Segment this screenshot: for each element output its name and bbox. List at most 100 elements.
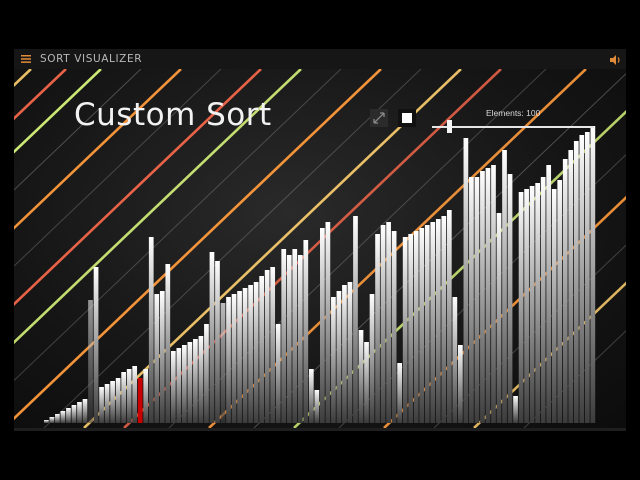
algorithm-title: Custom Sort — [74, 97, 272, 133]
sort-bar — [584, 132, 590, 423]
sort-bar — [502, 150, 507, 423]
sort-bar — [49, 417, 55, 423]
sort-bar — [99, 387, 104, 423]
sort-bar — [60, 411, 66, 423]
sort-bar — [435, 219, 441, 423]
sort-bar — [308, 369, 314, 423]
sort-bar — [82, 399, 88, 423]
sort-bar — [253, 282, 259, 423]
elements-count-label: Elements: 100 — [486, 108, 541, 118]
sort-bar — [314, 390, 320, 423]
title-bar: SORT VISUALIZER — [14, 49, 626, 69]
sort-bar — [562, 159, 568, 423]
app-title: SORT VISUALIZER — [40, 53, 143, 65]
sort-bar — [469, 177, 474, 423]
sort-bar — [121, 372, 126, 423]
sort-bar — [204, 324, 209, 423]
sort-bar — [358, 330, 364, 423]
sort-bar — [413, 231, 419, 423]
sort-bar — [126, 369, 132, 423]
sort-bar — [220, 303, 226, 423]
sort-bar — [270, 267, 276, 423]
sort-bar — [496, 213, 502, 423]
stop-button[interactable] — [398, 109, 416, 127]
sort-bar — [115, 378, 121, 423]
sort-bar — [231, 294, 237, 423]
sort-bar — [165, 264, 171, 423]
sort-bar — [540, 177, 546, 423]
sort-visualizer-app: Custom Sort Elements: 100 SORT VISUALIZE… — [14, 49, 626, 431]
sort-bar — [419, 228, 425, 423]
sort-bar — [259, 276, 264, 423]
sort-bar — [402, 237, 408, 423]
sort-bar — [226, 297, 231, 423]
sort-bar — [137, 378, 143, 423]
sort-bar — [182, 345, 187, 423]
sort-bar — [331, 297, 336, 423]
sort-bar — [209, 252, 215, 423]
sort-bar — [336, 291, 342, 423]
sort-bar — [320, 228, 325, 423]
sort-bar — [491, 165, 496, 423]
sort-bar — [446, 210, 452, 423]
expand-arrows-icon — [373, 112, 385, 124]
sort-bar — [154, 294, 160, 423]
sort-bar — [408, 234, 414, 423]
sort-bar — [485, 168, 491, 423]
sort-bar — [297, 255, 303, 423]
sort-bar — [237, 291, 242, 423]
sort-bar — [176, 348, 182, 423]
sort-bar — [518, 192, 524, 423]
sort-bar — [573, 141, 579, 423]
sort-bar — [353, 216, 358, 423]
sort-bar — [590, 126, 596, 423]
sort-bar — [524, 189, 529, 423]
sort-bar — [281, 249, 287, 423]
sort-bar — [286, 255, 292, 423]
sort-bar — [110, 381, 115, 423]
sort-bar — [579, 135, 585, 423]
sort-bar — [215, 261, 220, 423]
speaker-icon[interactable] — [608, 52, 622, 66]
sort-bar — [347, 282, 353, 423]
sort-bar — [66, 408, 71, 423]
sort-bar — [380, 225, 386, 423]
sort-bar — [463, 138, 469, 423]
sort-bar — [391, 231, 397, 423]
bottom-strip — [14, 428, 626, 431]
sort-bar — [397, 363, 402, 423]
sort-bar — [458, 345, 463, 423]
sort-bar — [77, 402, 82, 423]
sort-bar — [557, 180, 563, 423]
sort-bar — [551, 189, 557, 423]
sort-bar — [325, 222, 331, 423]
slider-thumb[interactable] — [446, 120, 452, 133]
sort-bar — [71, 405, 77, 423]
sort-bar — [546, 165, 552, 423]
slider-track[interactable] — [432, 126, 594, 128]
sort-bar — [88, 300, 93, 423]
sort-bar — [535, 183, 540, 423]
sort-bar — [275, 324, 281, 423]
elements-slider[interactable] — [432, 120, 594, 133]
sort-bar — [375, 234, 380, 423]
sort-bar — [386, 222, 391, 423]
sort-bar — [424, 225, 430, 423]
expand-button[interactable] — [370, 109, 388, 127]
sort-bar — [264, 270, 270, 423]
sort-bar — [430, 222, 436, 423]
sort-bar — [44, 420, 49, 423]
sort-bar — [568, 150, 574, 423]
visualizer-stage: Custom Sort Elements: 100 — [14, 69, 626, 428]
sort-bar — [364, 342, 369, 423]
sort-bar — [132, 366, 138, 423]
sort-bar — [529, 186, 535, 423]
sort-bar — [507, 174, 513, 423]
sort-bar — [193, 339, 198, 423]
sort-bar — [187, 342, 193, 423]
hamburger-menu-icon[interactable] — [16, 49, 36, 69]
sort-bar — [55, 414, 60, 423]
sort-bar — [474, 177, 480, 423]
sort-bar — [292, 249, 298, 423]
sort-bar — [342, 285, 347, 423]
